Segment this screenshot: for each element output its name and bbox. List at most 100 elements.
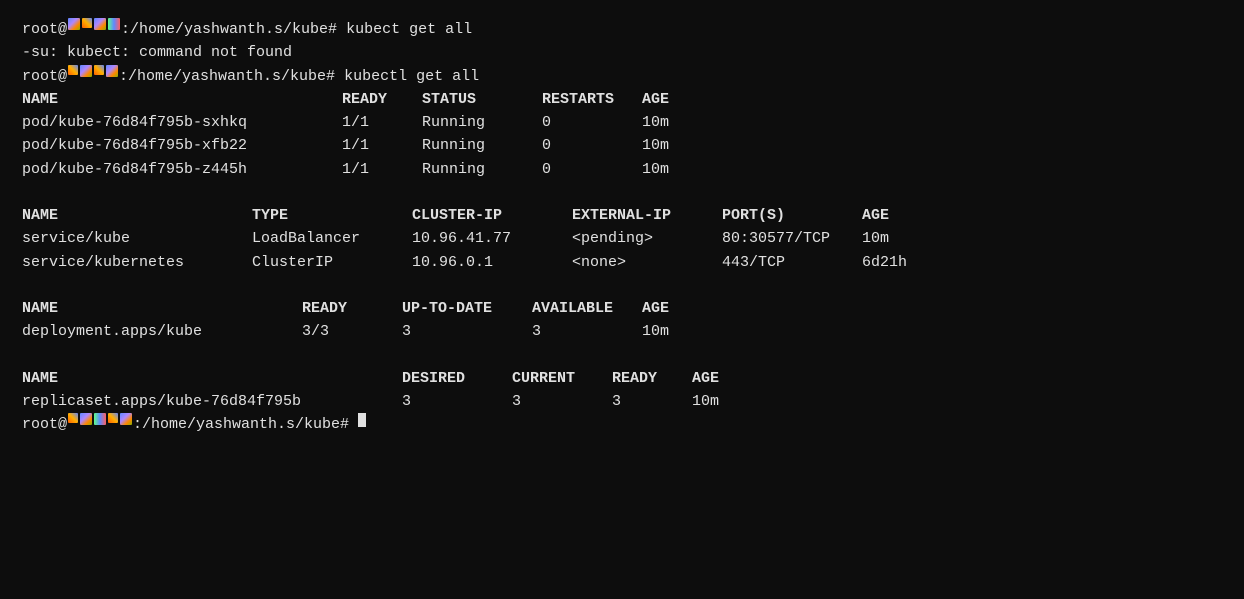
svc2-external: <none>: [572, 251, 722, 274]
svc2-ports: 443/TCP: [722, 251, 862, 274]
pod2-name: pod/kube-76d84f795b-xfb22: [22, 134, 342, 157]
svc-col-type: TYPE: [252, 204, 412, 227]
pod3-restarts: 0: [542, 158, 642, 181]
command-text-2: kubectl get all: [335, 65, 479, 88]
dep-row-1: deployment.apps/kube 3/3 3 3 10m: [22, 320, 1222, 343]
dep-col-ready: READY: [302, 297, 402, 320]
prompt-root-1: root@: [22, 18, 67, 41]
command-text-1: kubect get all: [337, 18, 472, 41]
pods-col-status: STATUS: [422, 88, 542, 111]
svc1-type: LoadBalancer: [252, 227, 412, 250]
command-line-1: root@ :/home/yashwanth.s/kube# kubect ge…: [22, 18, 1222, 41]
rs-row-1: replicaset.apps/kube-76d84f795b 3 3 3 10…: [22, 390, 1222, 413]
pod1-ready: 1/1: [342, 111, 422, 134]
rs1-current: 3: [512, 390, 612, 413]
prompt-root-last: root@: [22, 413, 67, 436]
dep-col-available: AVAILABLE: [532, 297, 642, 320]
svc1-age: 10m: [862, 227, 889, 250]
pixel-block-last-a: [68, 413, 78, 423]
pod-row-3: pod/kube-76d84f795b-z445h 1/1 Running 0 …: [22, 158, 1222, 181]
pod3-age: 10m: [642, 158, 669, 181]
pod1-name: pod/kube-76d84f795b-sxhkq: [22, 111, 342, 134]
rs-col-ready: READY: [612, 367, 692, 390]
pixel-block-last-c: [94, 413, 106, 425]
pod1-restarts: 0: [542, 111, 642, 134]
blank-line-3: [22, 344, 1222, 367]
command-line-2: root@ :/home/yashwanth.s/kube# kubectl g…: [22, 65, 1222, 88]
dep1-age: 10m: [642, 320, 669, 343]
svc-col-ports: PORT(S): [722, 204, 862, 227]
rs1-ready: 3: [612, 390, 692, 413]
svc2-type: ClusterIP: [252, 251, 412, 274]
svc2-age: 6d21h: [862, 251, 907, 274]
svc1-ports: 80:30577/TCP: [722, 227, 862, 250]
pod2-status: Running: [422, 134, 542, 157]
blank-line-2: [22, 274, 1222, 297]
svc-row-1: service/kube LoadBalancer 10.96.41.77 <p…: [22, 227, 1222, 250]
rs-col-name: NAME: [22, 367, 402, 390]
pixel-block-2a: [68, 65, 78, 75]
pixel-block-last-e: [120, 413, 132, 425]
svc-header-row: NAME TYPE CLUSTER-IP EXTERNAL-IP PORT(S)…: [22, 204, 1222, 227]
rs1-desired: 3: [402, 390, 512, 413]
error-text: -su: kubect: command not found: [22, 41, 292, 64]
svc-col-external: EXTERNAL-IP: [572, 204, 722, 227]
dep-col-age: AGE: [642, 297, 669, 320]
blank-line-1: [22, 181, 1222, 204]
pod-row-1: pod/kube-76d84f795b-sxhkq 1/1 Running 0 …: [22, 111, 1222, 134]
pixel-block-1c: [94, 18, 106, 30]
rs-col-desired: DESIRED: [402, 367, 512, 390]
error-line: -su: kubect: command not found: [22, 41, 1222, 64]
pod3-status: Running: [422, 158, 542, 181]
svc-row-2: service/kubernetes ClusterIP 10.96.0.1 <…: [22, 251, 1222, 274]
dep1-name: deployment.apps/kube: [22, 320, 302, 343]
rs1-name: replicaset.apps/kube-76d84f795b: [22, 390, 402, 413]
last-prompt-line: root@ :/home/yashwanth.s/kube#: [22, 413, 1222, 436]
pods-header-row: NAME READY STATUS RESTARTS AGE: [22, 88, 1222, 111]
dep1-available: 3: [532, 320, 642, 343]
svc1-cluster: 10.96.41.77: [412, 227, 572, 250]
prompt-path-2: :/home/yashwanth.s/kube#: [119, 65, 335, 88]
pixel-block-1b: [82, 18, 92, 28]
svc1-name: service/kube: [22, 227, 252, 250]
pod3-name: pod/kube-76d84f795b-z445h: [22, 158, 342, 181]
terminal-cursor: [358, 413, 366, 427]
svc2-cluster: 10.96.0.1: [412, 251, 572, 274]
svc-col-age: AGE: [862, 204, 889, 227]
pods-col-ready: READY: [342, 88, 422, 111]
prompt-path-1: :/home/yashwanth.s/kube#: [121, 18, 337, 41]
pod1-age: 10m: [642, 111, 669, 134]
dep1-ready: 3/3: [302, 320, 402, 343]
prompt-root-2: root@: [22, 65, 67, 88]
pod2-ready: 1/1: [342, 134, 422, 157]
svc-col-cluster: CLUSTER-IP: [412, 204, 572, 227]
rs-col-current: CURRENT: [512, 367, 612, 390]
prompt-path-last: :/home/yashwanth.s/kube#: [133, 413, 358, 436]
pixel-block-2b: [80, 65, 92, 77]
svc1-external: <pending>: [572, 227, 722, 250]
dep-col-name: NAME: [22, 297, 302, 320]
pixel-block-1d: [108, 18, 120, 30]
pod-row-2: pod/kube-76d84f795b-xfb22 1/1 Running 0 …: [22, 134, 1222, 157]
pods-col-restarts: RESTARTS: [542, 88, 642, 111]
pixel-block-2c: [94, 65, 104, 75]
pod1-status: Running: [422, 111, 542, 134]
rs-header-row: NAME DESIRED CURRENT READY AGE: [22, 367, 1222, 390]
svc2-name: service/kubernetes: [22, 251, 252, 274]
terminal-window: root@ :/home/yashwanth.s/kube# kubect ge…: [0, 0, 1244, 599]
rs-col-age: AGE: [692, 367, 719, 390]
dep-col-uptodate: UP-TO-DATE: [402, 297, 532, 320]
rs1-age: 10m: [692, 390, 719, 413]
pixel-block-last-d: [108, 413, 118, 423]
pixel-block-last-b: [80, 413, 92, 425]
svc-col-name: NAME: [22, 204, 252, 227]
pod2-age: 10m: [642, 134, 669, 157]
pods-col-name: NAME: [22, 88, 342, 111]
pod2-restarts: 0: [542, 134, 642, 157]
pixel-block-1a: [68, 18, 80, 30]
dep1-uptodate: 3: [402, 320, 532, 343]
pods-col-age: AGE: [642, 88, 669, 111]
pixel-block-2d: [106, 65, 118, 77]
pod3-ready: 1/1: [342, 158, 422, 181]
dep-header-row: NAME READY UP-TO-DATE AVAILABLE AGE: [22, 297, 1222, 320]
